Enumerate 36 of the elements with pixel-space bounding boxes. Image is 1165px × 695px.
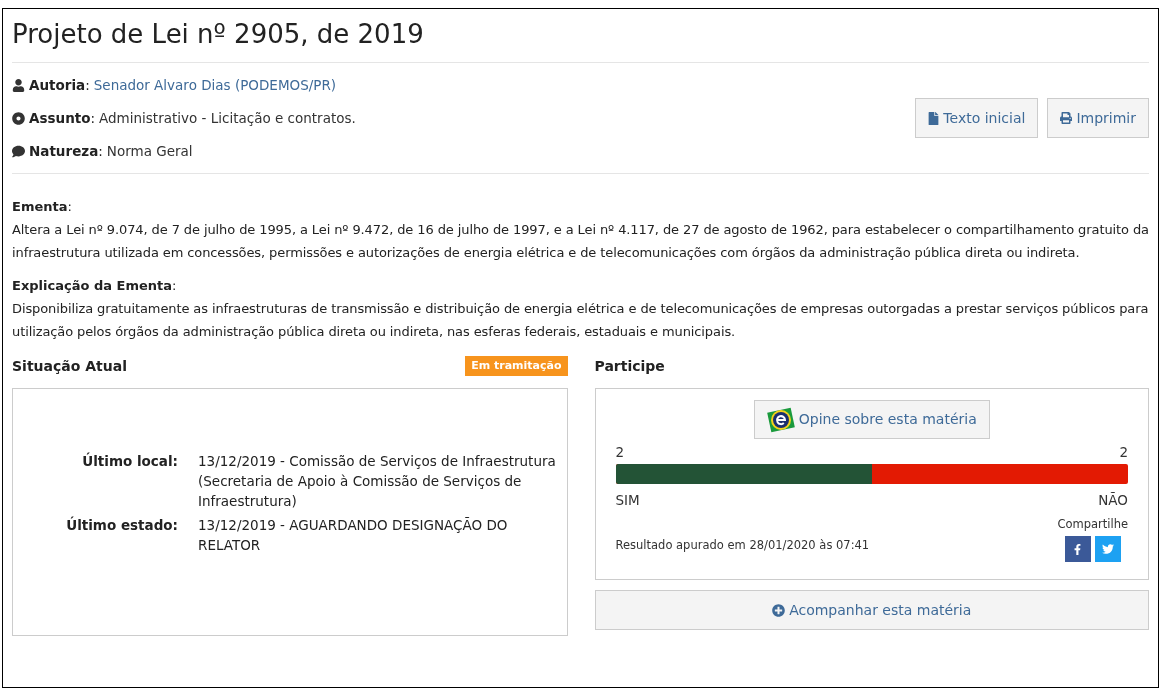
field-value: Administrativo - Licitação e contratos.: [99, 108, 356, 128]
status-badge: Em tramitação: [465, 355, 568, 377]
document-icon: [928, 111, 940, 125]
no-label: NÃO: [1098, 491, 1128, 510]
document-button[interactable]: Texto inicial: [915, 98, 1039, 138]
follow-button[interactable]: Acompanhar esta matéria: [594, 590, 1149, 630]
twitter-icon: [1101, 543, 1114, 556]
section-heading: Ementa:: [12, 198, 73, 216]
section-text: Altera a Lei nº 9.074, de 7 de julho de 1995, a Lei nº 9.472, de 16 de julho de 1997, e a Lei nº 4.117, de 27 de agosto de 1962, para estabelecer o compartilhamento gratuito da infraestrutura utilizada em concessões, permissões e autorizações de energia elétrica e de telecomunicações com órgãos da administração pública direta ou indireta.: [12, 221, 1149, 262]
field-label: Assunto:: [29, 108, 96, 128]
result-text: Resultado apurado em 28/01/2020 às 07:41: [615, 537, 870, 554]
print-button[interactable]: Imprimir: [1047, 98, 1149, 138]
yes-count: 2: [615, 443, 625, 462]
field-label: Natureza:: [29, 141, 103, 161]
field-label: Autoria:: [29, 75, 90, 95]
e-logo-icon: [766, 406, 795, 433]
no-count: 2: [1119, 443, 1128, 462]
page-title: Projeto de Lei nº 2905, de 2019: [12, 18, 425, 50]
status-label: Último local:: [81, 451, 178, 471]
status-value: 13/12/2019 - Comissão de Serviços de Infraestrutura (Secretaria de Apoio à Comissão de Serviços de Infraestrutura): [198, 452, 557, 511]
section-heading: Situação Atual: [12, 356, 127, 376]
section-heading: Participe: [594, 356, 665, 376]
printer-icon: [1060, 112, 1073, 124]
yes-label: SIM: [615, 491, 640, 510]
facebook-button[interactable]: [1064, 536, 1091, 563]
user-icon: [12, 78, 25, 92]
section-heading: Explicação da Ementa:: [12, 277, 178, 295]
twitter-button[interactable]: [1094, 536, 1121, 563]
author-link[interactable]: Senador Alvaro Dias (PODEMOS/PR): [93, 74, 337, 96]
opine-button[interactable]: Opine sobre esta matéria: [753, 400, 990, 439]
section-text: Disponibiliza gratuitamente as infraestruturas de transmissão e distribuição de energia elétrica e de telecomunicações de empresas outorgadas a prestar serviços públicos para utilização pelos órgãos da administração pública direta ou indireta, nas esferas federais, estaduais e municipais.: [12, 300, 1149, 341]
status-value: 13/12/2019 - AGUARDANDO DESIGNAÇÃO DO RELATOR: [198, 516, 509, 555]
speech-bubble-icon: [12, 144, 25, 158]
field-value: Norma Geral: [106, 141, 193, 161]
share-label: Compartilhe: [1057, 516, 1128, 533]
status-label: Último estado:: [65, 515, 178, 535]
